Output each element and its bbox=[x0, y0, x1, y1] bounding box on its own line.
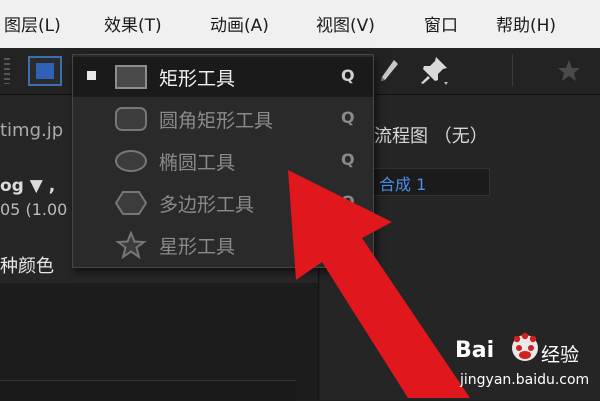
watermark-brand-right: 经验 bbox=[541, 344, 580, 366]
color-count: 种颜色 bbox=[0, 256, 54, 277]
dropdown-shortcut: Q bbox=[341, 192, 355, 211]
dropdown-label: 矩形工具 bbox=[159, 68, 236, 90]
dropdown-item-ellipse[interactable]: 椭圆工具 Q bbox=[73, 141, 373, 181]
file-size: 05 (1.00 bbox=[0, 200, 68, 219]
file-name: timg.jp bbox=[0, 120, 64, 141]
menu-bar: 图层(L) 效果(T) 动画(A) 视图(V) 窗口 帮助(H) bbox=[0, 0, 600, 48]
shape-tool-dropdown: 矩形工具 Q 圆角矩形工具 Q 椭圆工具 Q 多边形工具 Q 星形工具 bbox=[72, 54, 374, 268]
dropdown-item-rounded-rectangle[interactable]: 圆角矩形工具 Q bbox=[73, 99, 373, 139]
polygon-icon bbox=[114, 191, 148, 215]
menu-window[interactable]: 窗口 bbox=[424, 11, 458, 36]
dropdown-label: 椭圆工具 bbox=[159, 152, 236, 174]
star-icon[interactable] bbox=[556, 58, 582, 84]
file-format[interactable]: og ▼ , bbox=[0, 176, 55, 196]
dropdown-item-star[interactable]: 星形工具 bbox=[73, 225, 373, 265]
project-footer bbox=[0, 380, 296, 401]
dropdown-shortcut: Q bbox=[341, 108, 355, 127]
menu-layer[interactable]: 图层(L) bbox=[4, 11, 61, 36]
star-icon bbox=[115, 231, 147, 259]
toolbar-grip[interactable] bbox=[4, 58, 10, 84]
composition-tab[interactable]: 合成 1 bbox=[372, 168, 490, 196]
dropdown-label: 多边形工具 bbox=[159, 194, 255, 216]
ellipse-icon bbox=[115, 150, 147, 172]
rectangle-icon bbox=[115, 65, 147, 89]
toolbar-separator bbox=[512, 54, 513, 86]
flowchart-label: 流程图 （无） bbox=[374, 126, 488, 147]
shape-tool-button[interactable] bbox=[28, 56, 62, 86]
dropdown-shortcut: Q bbox=[341, 150, 355, 169]
menu-view[interactable]: 视图(V) bbox=[316, 11, 375, 36]
dropdown-shortcut: Q bbox=[341, 66, 355, 85]
dropdown-item-polygon[interactable]: 多边形工具 Q bbox=[73, 183, 373, 223]
dropdown-item-rectangle[interactable]: 矩形工具 Q bbox=[73, 57, 373, 97]
menu-help[interactable]: 帮助(H) bbox=[496, 11, 556, 36]
dropdown-label: 圆角矩形工具 bbox=[159, 110, 274, 132]
rounded-rectangle-icon bbox=[115, 107, 147, 131]
watermark-brand-left: Bai bbox=[455, 338, 495, 363]
menu-animation[interactable]: 动画(A) bbox=[210, 11, 269, 36]
pen-icon[interactable] bbox=[378, 58, 400, 84]
menu-effect[interactable]: 效果(T) bbox=[104, 11, 162, 36]
pin-icon[interactable] bbox=[418, 54, 450, 86]
watermark-url: jingyan.baidu.com bbox=[460, 372, 590, 388]
selected-indicator bbox=[87, 71, 96, 80]
dropdown-label: 星形工具 bbox=[159, 236, 236, 258]
